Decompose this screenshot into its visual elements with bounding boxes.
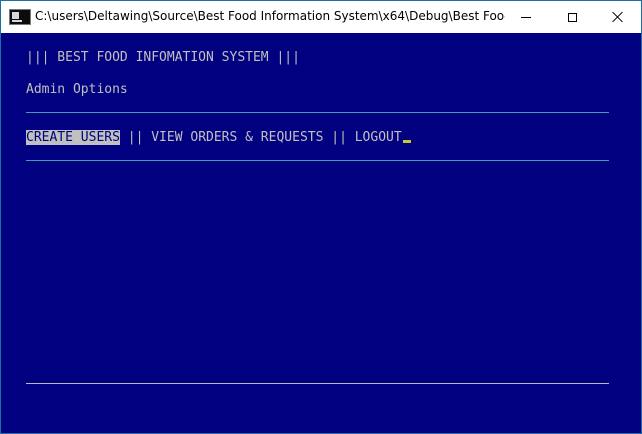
text-cursor [402, 140, 411, 143]
minimize-icon [521, 16, 531, 18]
close-button[interactable] [595, 1, 641, 33]
system-header: ||| BEST FOOD INFOMATION SYSTEM ||| [26, 50, 300, 65]
minimize-button[interactable] [503, 1, 549, 33]
admin-menu: CREATE USERS || VIEW ORDERS & REQUESTS |… [26, 130, 411, 146]
admin-options-heading: Admin Options [26, 82, 128, 97]
footer-rule [26, 383, 609, 384]
menu-separator: || [119, 130, 152, 145]
window-title: C:\users\Deltawing\Source\Best Food Info… [35, 9, 505, 23]
console-area[interactable]: ||| BEST FOOD INFOMATION SYSTEM ||| Admi… [1, 33, 641, 433]
menu-item-logout[interactable]: LOGOUT [355, 130, 402, 145]
top-rule [26, 112, 609, 113]
maximize-icon [567, 12, 577, 22]
close-icon [612, 11, 624, 23]
menu-item-create-users[interactable]: CREATE USERS [26, 130, 120, 145]
maximize-button[interactable] [549, 1, 595, 33]
console-app-icon[interactable] [9, 9, 31, 25]
menu-bottom-rule [26, 160, 609, 161]
console-window: C:\users\Deltawing\Source\Best Food Info… [0, 0, 642, 434]
title-bar[interactable]: C:\users\Deltawing\Source\Best Food Info… [1, 1, 641, 33]
menu-item-view-orders-requests[interactable]: VIEW ORDERS & REQUESTS [151, 130, 323, 145]
menu-separator: || [323, 130, 355, 145]
